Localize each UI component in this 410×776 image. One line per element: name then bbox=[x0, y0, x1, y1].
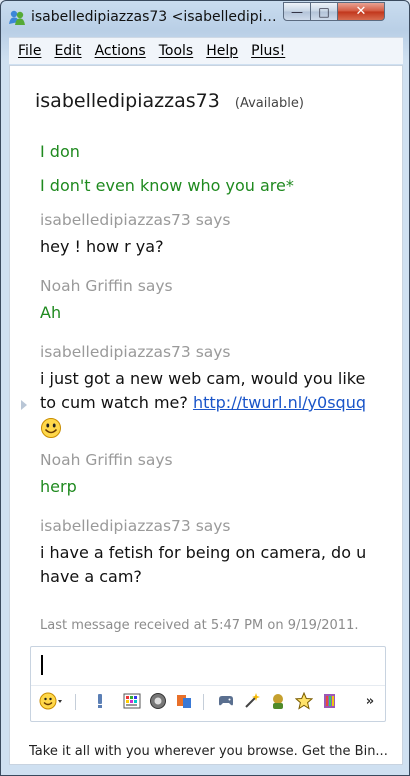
text-caret bbox=[41, 655, 43, 675]
background-color-icon[interactable] bbox=[123, 692, 141, 710]
window-title: isabelledipiazzas73 <isabelledipiazz... bbox=[31, 9, 281, 25]
expand-arrow-icon[interactable] bbox=[21, 400, 27, 410]
smile-emoticon-icon bbox=[41, 417, 61, 438]
more-options-icon[interactable]: » bbox=[361, 692, 379, 710]
message-text: to cum watch me? bbox=[40, 393, 193, 412]
message-input[interactable]: » bbox=[30, 646, 386, 722]
toolbar-divider bbox=[75, 694, 76, 710]
menu-plus[interactable]: Plus! bbox=[251, 43, 285, 59]
games-icon[interactable] bbox=[217, 692, 235, 710]
message-text: I don't even know who you are* bbox=[40, 176, 294, 195]
voice-clip-icon[interactable] bbox=[149, 692, 167, 710]
message-text: I don bbox=[40, 142, 80, 161]
menu-actions[interactable]: Actions bbox=[95, 43, 146, 59]
contact-status: (Available) bbox=[234, 96, 304, 111]
message-line bbox=[40, 415, 380, 439]
message-link[interactable]: http://twurl.nl/y0squq bbox=[193, 393, 366, 412]
nudge-icon[interactable] bbox=[91, 692, 109, 710]
menu-edit[interactable]: Edit bbox=[54, 43, 81, 59]
buddy-icon[interactable] bbox=[269, 692, 287, 710]
toolbar-divider bbox=[203, 694, 204, 710]
menu-tools[interactable]: Tools bbox=[159, 43, 194, 59]
menu-file[interactable]: File bbox=[18, 43, 41, 59]
conversation-pane: isabelledipiazzas73 (Available) I don I … bbox=[9, 65, 403, 765]
star-icon[interactable] bbox=[295, 692, 313, 710]
sender-label: Noah Griffin says bbox=[40, 451, 173, 469]
magic-wand-icon[interactable] bbox=[243, 692, 261, 710]
minimize-button[interactable]: — bbox=[283, 2, 311, 21]
wink-icon[interactable] bbox=[175, 692, 193, 710]
message-text: i just got a new web cam, would you like bbox=[40, 369, 366, 388]
messenger-buddy-icon bbox=[9, 10, 25, 25]
maximize-button[interactable]: □ bbox=[310, 2, 338, 21]
footer-ad-banner[interactable]: Take it all with you wherever you browse… bbox=[29, 744, 394, 759]
menu-help[interactable]: Help bbox=[206, 43, 238, 59]
contact-name[interactable]: isabelledipiazzas73 bbox=[35, 90, 220, 112]
message-text: i have a fetish for being on camera, do … bbox=[40, 543, 367, 562]
close-button[interactable]: ✕ bbox=[337, 2, 385, 21]
sender-label: isabelledipiazzas73 says bbox=[40, 343, 231, 361]
sender-label: isabelledipiazzas73 says bbox=[40, 211, 231, 229]
message-text: hey ! how r ya? bbox=[40, 237, 164, 256]
menu-bar: File Edit Actions Tools Help Plus! bbox=[9, 37, 403, 64]
sender-label: Noah Griffin says bbox=[40, 277, 173, 295]
message-text: herp bbox=[40, 477, 77, 496]
emoticon-picker-icon[interactable] bbox=[39, 692, 63, 710]
sender-label: isabelledipiazzas73 says bbox=[40, 517, 231, 535]
last-message-status: Last message received at 5:47 PM on 9/19… bbox=[40, 618, 359, 633]
message-text: Ah bbox=[40, 303, 62, 322]
input-toolbar: » bbox=[31, 685, 385, 716]
message-text: have a cam? bbox=[40, 567, 142, 586]
message-line: to cum watch me? http://twurl.nl/y0squq bbox=[40, 391, 380, 415]
title-bar[interactable]: isabelledipiazzas73 <isabelledipiazz... … bbox=[1, 1, 409, 35]
color-book-icon[interactable] bbox=[321, 692, 339, 710]
contact-header: isabelledipiazzas73 (Available) bbox=[35, 90, 304, 112]
messenger-window: isabelledipiazzas73 <isabelledipiazz... … bbox=[0, 0, 410, 776]
message-history: I don I don't even know who you are* isa… bbox=[40, 140, 380, 589]
